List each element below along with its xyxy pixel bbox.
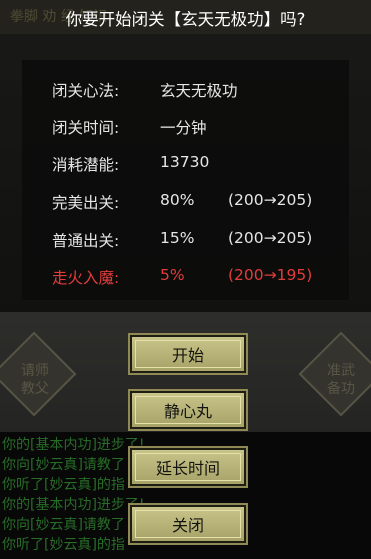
close-button[interactable]: 关闭 — [128, 503, 248, 545]
row-value: 15% — [160, 229, 195, 247]
row-label: 完美出关: — [52, 194, 120, 212]
close-button-label: 关闭 — [171, 516, 204, 535]
row-label: 闭关时间: — [52, 119, 120, 137]
start-button-label: 开始 — [171, 346, 204, 365]
row-label: 闭关心法: — [52, 82, 120, 100]
row-label: 普通出关: — [52, 232, 120, 250]
calm-pill-button[interactable]: 静心丸 — [128, 389, 248, 431]
row-value: 5% — [160, 266, 185, 284]
row-range: (200→195) — [228, 266, 313, 284]
row-range: (200→205) — [228, 229, 313, 247]
row-range: (200→205) — [228, 191, 313, 209]
start-button[interactable]: 开始 — [128, 333, 248, 375]
row-label: 走火入魔: — [52, 269, 120, 287]
row-value: 玄天无极功 — [160, 82, 238, 100]
extend-time-button[interactable]: 延长时间 — [128, 446, 248, 488]
calm-pill-button-label: 静心丸 — [163, 402, 212, 421]
row-value: 一分钟 — [160, 119, 207, 137]
row-value: 13730 — [160, 153, 210, 171]
dialog-title: 你要开始闭关【玄天无极功】吗? — [65, 10, 306, 29]
row-label: 消耗潜能: — [52, 156, 120, 174]
extend-time-button-label: 延长时间 — [155, 459, 220, 478]
row-value: 80% — [160, 191, 195, 209]
